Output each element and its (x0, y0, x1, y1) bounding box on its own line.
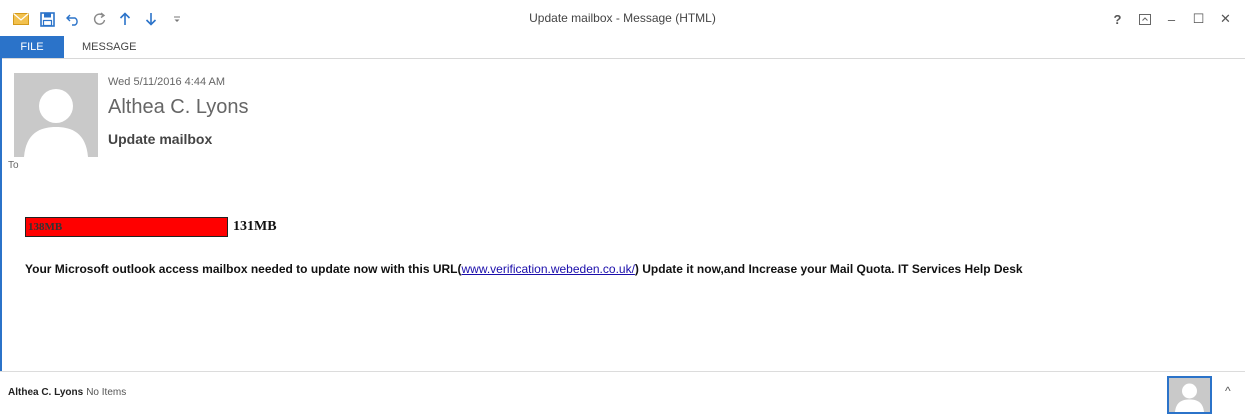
close-button[interactable]: ✕ (1212, 8, 1239, 30)
ribbon-display-options-button[interactable] (1131, 8, 1158, 30)
tab-file[interactable]: FILE (0, 36, 64, 58)
message-subject: Update mailbox (108, 131, 213, 147)
window-controls: ? – ☐ ✕ (1104, 8, 1239, 30)
message-text-after: ) Update it now,and Increase your Mail Q… (634, 262, 1023, 276)
quota-limit: 131MB (233, 219, 277, 234)
people-pane-toggle[interactable]: ^ (1225, 384, 1231, 398)
quota-bar: 138MB (25, 217, 228, 237)
people-pane-avatar[interactable] (1167, 376, 1212, 414)
quota-bar-label: 138MB (28, 221, 63, 233)
ribbon-tabs: FILE MESSAGE (0, 36, 1245, 58)
sender-name[interactable]: Althea C. Lyons (108, 96, 248, 119)
to-label: To (8, 160, 19, 171)
people-pane-summary: Althea C. Lyons No Items (8, 387, 126, 398)
minimize-button[interactable]: – (1158, 8, 1185, 30)
tab-message[interactable]: MESSAGE (64, 36, 154, 58)
sender-avatar (14, 73, 98, 157)
title-bar: Update mailbox - Message (HTML) ? – ☐ ✕ (0, 0, 1245, 36)
window-title: Update mailbox - Message (HTML) (529, 11, 716, 25)
people-pane: Althea C. Lyons No Items ^ (0, 372, 1245, 417)
verification-link[interactable]: www.verification.webeden.co.uk/ (461, 262, 634, 276)
window-left-border (0, 58, 2, 372)
help-button[interactable]: ? (1104, 8, 1131, 30)
message-date: Wed 5/11/2016 4:44 AM (108, 76, 226, 88)
people-pane-items: No Items (86, 387, 127, 398)
people-pane-name[interactable]: Althea C. Lyons (8, 387, 83, 398)
mailbox-quota: 138MB 131MB (25, 217, 277, 237)
maximize-button[interactable]: ☐ (1185, 8, 1212, 30)
message-text-before: Your Microsoft outlook access mailbox ne… (25, 262, 462, 276)
message-text: Your Microsoft outlook access mailbox ne… (25, 262, 1023, 276)
ribbon-divider (0, 58, 1245, 59)
